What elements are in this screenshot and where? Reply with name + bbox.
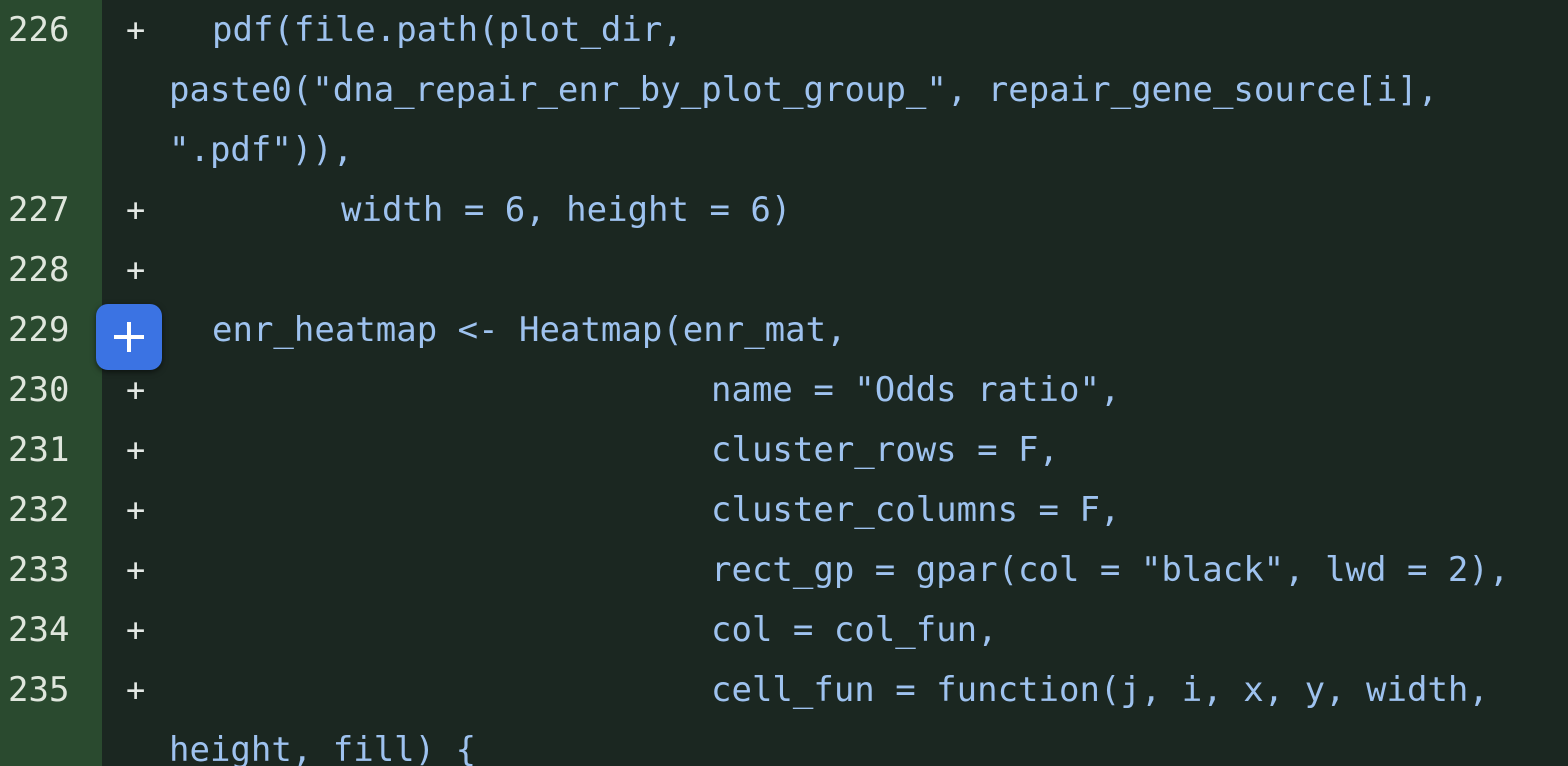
code-text: enr_heatmap <- Heatmap(enr_mat, [212, 310, 847, 350]
code-line: cluster_columns = F, [172, 480, 1568, 540]
add-comment-button[interactable] [96, 304, 162, 370]
code-line: name = "Odds ratio", [172, 360, 1568, 420]
line-number[interactable]: 229 [0, 300, 102, 360]
code-text: name = "Odds ratio", [711, 370, 1121, 410]
code-line: col = col_fun, [172, 600, 1568, 660]
line-number[interactable]: 231 [0, 420, 102, 480]
code-text: cell_fun = function(j, i, x, y, width, [711, 670, 1489, 710]
line-number[interactable]: 232 [0, 480, 102, 540]
code-text: height, fill) { [169, 730, 477, 766]
diff-line: 228 + [0, 240, 1568, 300]
add-marker: + [126, 491, 146, 529]
add-marker: + [126, 191, 146, 229]
add-marker: + [126, 671, 146, 709]
diff-line: 234 + col = col_fun, [0, 600, 1568, 660]
diff-line: 226 + pdf(file.path(plot_dir, paste0("dna_r… [0, 0, 1568, 180]
diff-view: 226 + pdf(file.path(plot_dir, paste0("dna_r… [0, 0, 1568, 766]
code-line: rect_gp = gpar(col = "black", lwd = 2), [172, 540, 1568, 600]
line-number[interactable]: 227 [0, 180, 102, 240]
code-text: paste0("dna_repair_enr_by_plot_group_", … [169, 70, 1439, 110]
code-text: ".pdf")), [169, 130, 354, 170]
code-line: cell_fun = function(j, i, x, y, width, he… [169, 660, 1568, 766]
diff-line: 229 enr_heatmap <- Heatmap(enr_mat, [0, 300, 1568, 360]
line-number[interactable]: 234 [0, 600, 102, 660]
line-number[interactable]: 235 [0, 660, 102, 720]
code-line: pdf(file.path(plot_dir, paste0("dna_repai… [169, 0, 1568, 180]
code-text: cluster_columns = F, [711, 490, 1121, 530]
code-text: col = col_fun, [711, 610, 998, 650]
code-line: cluster_rows = F, [172, 420, 1568, 480]
diff-lines: 226 + pdf(file.path(plot_dir, paste0("dna_r… [0, 0, 1568, 766]
code-text: rect_gp = gpar(col = "black", lwd = 2), [711, 550, 1510, 590]
add-marker: + [126, 11, 146, 49]
code-line: enr_heatmap <- Heatmap(enr_mat, [172, 300, 1568, 360]
line-number[interactable]: 226 [0, 0, 102, 60]
diff-line: 232 + cluster_columns = F, [0, 480, 1568, 540]
code-line [172, 240, 1568, 300]
diff-line: 235 + cell_fun = function(j, i, x, y, widt… [0, 660, 1568, 766]
code-text: width = 6, height = 6) [341, 190, 792, 230]
add-marker: + [126, 551, 146, 589]
line-number[interactable]: 233 [0, 540, 102, 600]
add-marker: + [126, 611, 146, 649]
line-number[interactable]: 228 [0, 240, 102, 300]
code-line: width = 6, height = 6) [172, 180, 1568, 240]
add-marker: + [126, 431, 146, 469]
diff-line: 231 + cluster_rows = F, [0, 420, 1568, 480]
code-text: cluster_rows = F, [711, 430, 1059, 470]
diff-line: 230 + name = "Odds ratio", [0, 360, 1568, 420]
diff-line: 227 + width = 6, height = 6) [0, 180, 1568, 240]
code-text: pdf(file.path(plot_dir, [212, 10, 683, 50]
line-number[interactable]: 230 [0, 360, 102, 420]
diff-line: 233 + rect_gp = gpar(col = "black", lwd = … [0, 540, 1568, 600]
plus-icon [114, 322, 144, 352]
